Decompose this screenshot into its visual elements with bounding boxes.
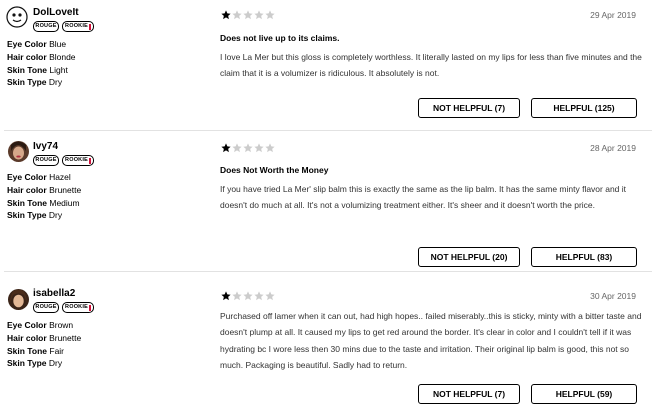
username[interactable]: DolLoveIt	[33, 7, 79, 18]
username[interactable]: isabella2	[33, 288, 75, 299]
reviewer-attributes: Eye Color Brown Hair color Brunette Skin…	[7, 319, 81, 370]
attribute-row: Skin Type Dry	[7, 76, 76, 89]
attribute-key: Eye Color	[7, 172, 47, 182]
rookie-mark-icon	[88, 157, 91, 164]
attribute-key: Skin Tone	[7, 197, 47, 208]
rookie-badge: ROOKIE	[62, 21, 94, 32]
attribute-key: Skin Type	[7, 77, 47, 88]
attribute-key: Eye Color	[7, 320, 47, 330]
attribute-row: Eye Color Hazel	[7, 171, 81, 184]
star-empty-icon	[265, 10, 275, 20]
rank-badge: ROUGE	[33, 21, 59, 32]
rookie-mark-icon	[88, 304, 91, 311]
not-helpful-button[interactable]: NOT HELPFUL (20)	[418, 247, 520, 267]
star-rating	[221, 10, 275, 20]
not-helpful-button[interactable]: NOT HELPFUL (7)	[418, 384, 520, 404]
star-filled-icon	[221, 143, 231, 153]
star-empty-icon	[232, 10, 242, 20]
attribute-value: Fair	[49, 345, 65, 356]
avatar[interactable]	[6, 6, 28, 28]
rank-badge: ROUGE	[33, 155, 59, 166]
star-empty-icon	[243, 143, 253, 153]
attribute-value: Light	[49, 64, 68, 75]
attribute-key: Eye Color	[7, 39, 47, 49]
attribute-row: Hair color Brunette	[7, 184, 81, 197]
avatar[interactable]	[8, 141, 29, 162]
attribute-key: Hair color	[7, 332, 47, 343]
review-date: 30 Apr 2019	[590, 291, 636, 301]
review-body: I love La Mer but this gloss is complete…	[220, 52, 642, 79]
rookie-mark-icon	[88, 23, 91, 30]
rookie-badge-label: ROOKIE	[65, 157, 88, 163]
attribute-row: Hair color Brunette	[7, 332, 81, 345]
attribute-row: Eye Color Brown	[7, 319, 81, 332]
attribute-row: Skin Type Dry	[7, 357, 81, 370]
star-rating	[221, 291, 275, 301]
attribute-key: Skin Tone	[7, 64, 47, 75]
attribute-value: Brunette	[49, 332, 82, 343]
star-empty-icon	[232, 291, 242, 301]
star-empty-icon	[265, 143, 275, 153]
star-rating	[221, 143, 275, 153]
username[interactable]: Ivy74	[33, 141, 58, 152]
review-card: isabella2 ROUGE ROOKIE Eye Color Brown H…	[0, 272, 660, 416]
star-empty-icon	[254, 10, 264, 20]
star-empty-icon	[265, 291, 275, 301]
rookie-badge: ROOKIE	[62, 302, 94, 313]
star-empty-icon	[232, 143, 242, 153]
rank-badge: ROUGE	[33, 302, 59, 313]
review-title: Does Not Worth the Money	[220, 165, 329, 175]
review-card: Ivy74 ROUGE ROOKIE Eye Color Hazel Hair …	[0, 131, 660, 267]
reviewer-attributes: Eye Color Blue Hair color Blonde Skin To…	[7, 38, 76, 89]
attribute-row: Skin Tone Light	[7, 64, 76, 77]
rookie-badge-label: ROOKIE	[65, 304, 88, 310]
review-title: Does not live up to its claims.	[220, 33, 340, 43]
star-empty-icon	[254, 143, 264, 153]
reviewer-attributes: Eye Color Hazel Hair color Brunette Skin…	[7, 171, 81, 222]
attribute-row: Skin Tone Fair	[7, 345, 81, 358]
star-filled-icon	[221, 10, 231, 20]
attribute-key: Skin Type	[7, 358, 47, 369]
attribute-value: Dry	[48, 358, 63, 369]
not-helpful-button[interactable]: NOT HELPFUL (7)	[418, 98, 520, 118]
attribute-row: Hair color Blonde	[7, 51, 76, 64]
star-empty-icon	[243, 10, 253, 20]
attribute-value: Brown	[49, 320, 74, 330]
attribute-value: Dry	[48, 210, 63, 221]
attribute-value: Medium	[49, 197, 80, 208]
attribute-value: Hazel	[49, 172, 71, 182]
attribute-key: Hair color	[7, 51, 47, 62]
helpful-button[interactable]: HELPFUL (125)	[531, 98, 637, 118]
review-date: 29 Apr 2019	[590, 10, 636, 20]
attribute-value: Brunette	[49, 184, 82, 195]
rookie-badge-label: ROOKIE	[65, 23, 88, 29]
attribute-value: Dry	[48, 77, 63, 88]
star-empty-icon	[243, 291, 253, 301]
attribute-key: Hair color	[7, 184, 47, 195]
review-card: DolLoveIt ROUGE ROOKIE Eye Color Blue Ha…	[0, 0, 660, 130]
avatar-photo-icon	[8, 289, 29, 310]
avatar[interactable]	[8, 289, 29, 310]
star-filled-icon	[221, 291, 231, 301]
attribute-row: Skin Tone Medium	[7, 197, 81, 210]
attribute-row: Skin Type Dry	[7, 209, 81, 222]
review-body: If you have tried La Mer' slip balm this…	[220, 184, 627, 211]
attribute-value: Blonde	[49, 51, 76, 62]
rookie-badge: ROOKIE	[62, 155, 94, 166]
attribute-key: Skin Type	[7, 210, 47, 221]
helpful-button[interactable]: HELPFUL (83)	[531, 247, 637, 267]
avatar-photo-icon	[8, 141, 29, 162]
star-empty-icon	[254, 291, 264, 301]
review-body: Purchased off lamer when it can out, had…	[220, 311, 642, 371]
avatar-icon	[6, 6, 28, 28]
attribute-value: Blue	[49, 39, 67, 49]
attribute-key: Skin Tone	[7, 345, 47, 356]
attribute-row: Eye Color Blue	[7, 38, 76, 51]
review-date: 28 Apr 2019	[590, 143, 636, 153]
helpful-button[interactable]: HELPFUL (59)	[531, 384, 637, 404]
